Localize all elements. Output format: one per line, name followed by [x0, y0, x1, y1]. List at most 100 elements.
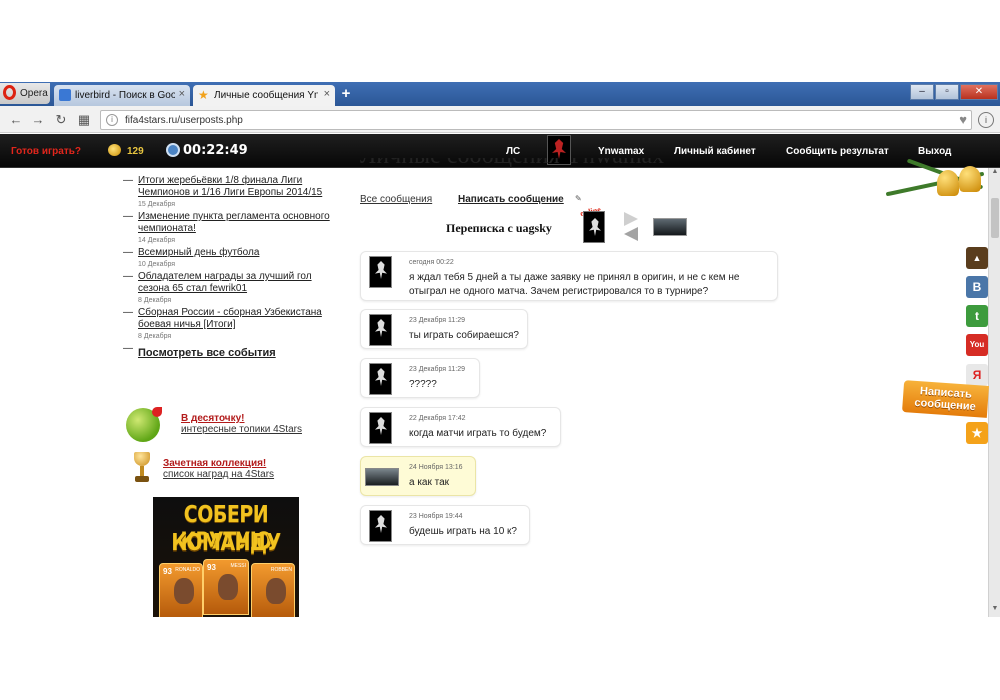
apple-target-icon — [126, 407, 162, 442]
tab-all-messages[interactable]: Все сообщения — [360, 194, 432, 205]
bell-icon — [937, 170, 959, 196]
event-date: 14 Декабря — [138, 237, 176, 244]
address-text: fifa4stars.ru/userposts.php — [125, 115, 243, 126]
banner-line-2: КОМАНДУ — [171, 529, 281, 557]
page-scrollbar[interactable]: ▲ ▼ — [988, 168, 1000, 617]
browser-tab-messages[interactable]: ★ Личные сообщения Ynwa × — [193, 85, 335, 106]
team-builder-banner[interactable]: СОБЕРИ КРУТУЮ КОМАНДУ 93 RONALDO 93 MESS… — [153, 497, 299, 617]
new-tab-button[interactable]: + — [338, 86, 354, 102]
message-text: а как так — [409, 477, 450, 488]
opera-menu-button[interactable]: Opera — [0, 83, 50, 104]
message-time: 22 Декабря 17:42 — [409, 415, 466, 422]
nav-personal-cabinet[interactable]: Личный кабинет — [674, 146, 756, 157]
message-text: ты играть собираешся? — [409, 330, 519, 341]
browser-tab-google[interactable]: liverbird - Поиск в Google × — [54, 85, 190, 106]
bookmark-heart-icon[interactable]: ♥ — [959, 112, 967, 127]
browser-tab-title: liverbird - Поиск в Google — [75, 90, 175, 101]
twitter-share-icon[interactable]: t — [966, 305, 988, 327]
partner-avatar[interactable] — [583, 211, 605, 243]
list-item: Обладателем награды за лучший гол сезона… — [122, 271, 342, 304]
tab-write-message[interactable]: Написать сообщение — [458, 194, 564, 205]
scroll-thumb[interactable] — [991, 198, 999, 238]
message-text: ????? — [409, 379, 437, 390]
yandex-share-icon[interactable]: Я — [966, 364, 988, 386]
card-name: MESSI — [230, 563, 246, 569]
message-item: 22 Декабря 17:42 когда матчи играть то б… — [360, 407, 561, 447]
sender-avatar[interactable] — [369, 314, 392, 346]
address-field[interactable]: i fifa4stars.ru/userposts.php ♥ — [100, 110, 972, 130]
event-link[interactable]: Итоги жеребьёвки 1/8 финала Лиги Чемпион… — [138, 175, 342, 199]
sender-avatar[interactable] — [365, 468, 399, 486]
window-close-button[interactable]: ✕ — [960, 84, 998, 100]
reload-button[interactable]: ↻ — [53, 112, 69, 128]
player-card: 93 MESSI — [203, 559, 249, 615]
hat-icon[interactable]: ▲ — [966, 247, 988, 269]
promo-subtitle[interactable]: список наград на 4Stars — [163, 469, 383, 480]
nav-report-result[interactable]: Сообщить результат — [786, 146, 889, 157]
message-text: когда матчи играть то будем? — [409, 428, 547, 439]
event-date: 15 Декабря — [138, 201, 176, 208]
event-link[interactable]: Обладателем награды за лучший гол сезона… — [138, 271, 342, 295]
ready-to-play-link[interactable]: Готов играть? — [11, 146, 81, 157]
trophy-icon — [133, 452, 151, 484]
list-item: Изменение пункта регламента основного че… — [122, 211, 342, 244]
all-events-link[interactable]: Посмотреть все события — [138, 347, 276, 359]
page-info-icon[interactable]: i — [106, 114, 118, 126]
arrow-right-icon — [624, 212, 638, 226]
google-favicon-icon — [59, 89, 71, 101]
scroll-up-icon[interactable]: ▲ — [989, 168, 1000, 180]
clock-icon — [166, 143, 180, 157]
message-time: 23 Декабря 11:29 — [409, 366, 466, 373]
message-time: 24 Ноября 13:16 — [409, 464, 463, 471]
sender-avatar[interactable] — [369, 256, 392, 288]
card-name: RONALDO — [175, 567, 200, 573]
sender-avatar[interactable] — [369, 510, 392, 542]
speed-dial-button[interactable]: ▦ — [76, 112, 92, 128]
back-button[interactable]: ← — [8, 112, 24, 128]
event-link[interactable]: Всемирный день футбола — [138, 247, 342, 259]
conversation-title: Переписка с uagsky — [446, 221, 552, 235]
list-item: Сборная России - сборная Узбекистана бое… — [122, 307, 342, 340]
vk-share-icon[interactable]: B — [966, 276, 988, 298]
star-favicon-icon: ★ — [198, 88, 209, 102]
close-tab-icon[interactable]: × — [179, 88, 185, 100]
event-date: 8 Декабря — [138, 333, 172, 340]
youtube-link-icon[interactable]: You — [966, 334, 988, 356]
session-timer: 00:22:49 — [183, 143, 248, 158]
message-item: 23 Ноября 19:44 будешь играть на 10 к? — [360, 505, 530, 545]
arrow-left-icon — [624, 227, 638, 241]
nav-logout[interactable]: Выход — [918, 146, 951, 157]
maximize-button[interactable]: ▫ — [935, 84, 959, 100]
liverbird-icon — [552, 139, 566, 159]
sender-avatar[interactable] — [369, 412, 392, 444]
events-list: Итоги жеребьёвки 1/8 финала Лиги Чемпион… — [122, 175, 342, 361]
event-link[interactable]: Сборная России - сборная Узбекистана бое… — [138, 307, 342, 331]
sender-avatar[interactable] — [369, 363, 392, 395]
nav-username[interactable]: Ynwamax — [598, 146, 644, 157]
promo-title[interactable]: Зачетная коллекция! — [163, 458, 383, 469]
event-date: 10 Декабря — [138, 261, 176, 268]
player-card: ROBBEN — [251, 563, 295, 617]
list-item: Всемирный день футбола 10 Декабря — [122, 247, 342, 268]
card-rating: 93 — [163, 567, 172, 576]
browser-tab-bar: Opera liverbird - Поиск в Google × ★ Лич… — [0, 82, 1000, 106]
bell-icon — [959, 166, 981, 192]
address-toolbar: ← → ↻ ▦ i fifa4stars.ru/userposts.php ♥ … — [0, 106, 1000, 133]
pencil-icon: ✎ — [575, 194, 582, 203]
favorite-star-icon[interactable]: ★ — [966, 422, 988, 444]
nav-private-messages[interactable]: ЛС — [506, 146, 520, 157]
opera-info-icon[interactable]: i — [978, 112, 994, 128]
coin-balance: 129 — [127, 146, 144, 157]
message-text: я ждал тебя 5 дней а ты даже заявку не п… — [409, 272, 740, 297]
message-item-own: 24 Ноября 13:16 а как так — [360, 456, 476, 496]
coin-icon — [108, 144, 121, 156]
close-tab-icon[interactable]: × — [324, 88, 330, 100]
message-text: будешь играть на 10 к? — [409, 526, 517, 537]
own-avatar[interactable] — [653, 218, 687, 236]
scroll-down-icon[interactable]: ▼ — [989, 605, 1000, 617]
write-message-floating-tab[interactable]: Написать сообщение — [901, 380, 990, 418]
event-link[interactable]: Изменение пункта регламента основного че… — [138, 211, 342, 235]
minimize-button[interactable]: – — [910, 84, 934, 100]
message-item: 23 Декабря 11:29 ????? — [360, 358, 480, 398]
forward-button[interactable]: → — [30, 112, 46, 128]
